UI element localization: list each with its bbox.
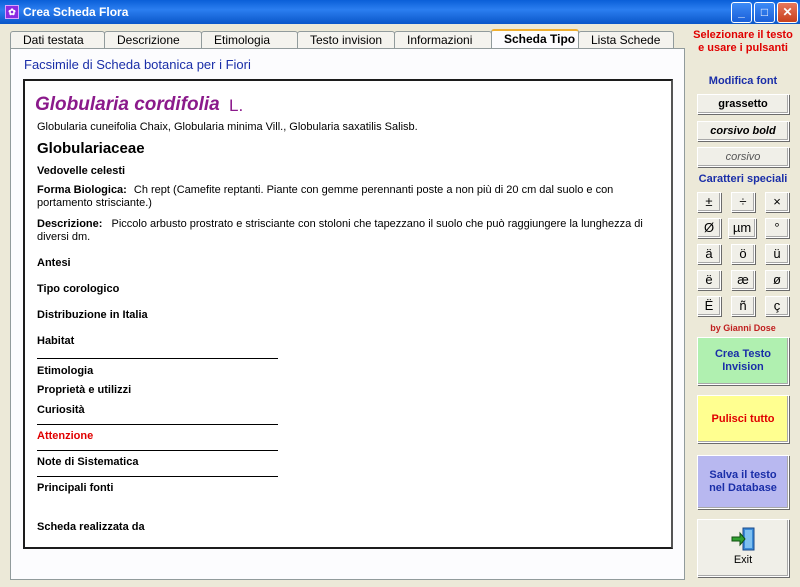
title-bar: ✿ Crea Scheda Flora _ □ ✕ [0,0,800,24]
attenzione-label: Attenzione [37,430,94,442]
caratteri-speciali-heading: Caratteri speciali [698,173,788,185]
char-divide-button[interactable]: ÷ [731,192,755,212]
tab-etimologia[interactable]: Etimologia [201,31,298,49]
tab-strip: Dati testata Descrizione Etimologia Test… [10,29,674,49]
forma-biologica: Forma Biologica: Ch rept (Camefite repta… [37,184,657,210]
char-ae-button[interactable]: æ [731,270,755,290]
window-title: Crea Scheda Flora [23,5,129,19]
char-micrometer-button[interactable]: µm [728,218,756,238]
instructions-text: Selezionare il testo e usare i pulsanti [693,29,793,54]
botanical-sheet: Globularia cordifolia L. Globularia cune… [23,79,673,549]
family-name: Globulariaceae [37,140,145,157]
char-n-tilde-button[interactable]: ñ [731,296,755,316]
note-sistematica-label: Note di Sistematica [37,456,139,468]
exit-button[interactable]: Exit [697,519,789,577]
divider [37,358,278,359]
descrizione: Descrizione: Piccolo arbusto prostrato e… [37,218,657,244]
pulisci-tutto-button[interactable]: Pulisci tutto [697,395,789,443]
char-plus-minus-button[interactable]: ± [697,192,721,212]
char-e-umlaut-button[interactable]: ë [697,270,721,290]
habitat-label: Habitat [37,335,75,347]
tab-dati-testata[interactable]: Dati testata [10,31,105,49]
divider [37,450,278,451]
synonyms: Globularia cuneifolia Chaix, Globularia … [37,121,418,133]
maximize-button[interactable]: □ [754,1,775,23]
tab-testo-invision[interactable]: Testo invision [297,31,395,49]
char-a-umlaut-button[interactable]: ä [697,244,721,264]
bold-button[interactable]: grassetto [697,94,789,114]
close-button[interactable]: ✕ [777,1,798,23]
antesi-label: Antesi [37,257,71,269]
salva-database-button[interactable]: Salva il testo nel Database [697,455,789,509]
modifica-font-heading: Modifica font [708,75,778,87]
divider [37,476,278,477]
tipo-corologico-label: Tipo corologico [37,283,120,295]
credit-text: by Gianni Dose [710,323,776,333]
tab-informazioni[interactable]: Informazioni [394,31,492,49]
panel-heading: Facsimile di Scheda botanica per i Fiori [24,57,251,72]
char-c-cedilla-button[interactable]: ç [765,296,789,316]
tab-descrizione[interactable]: Descrizione [104,31,202,49]
proprieta-label: Proprietà e utilizzi [37,384,132,396]
minimize-button[interactable]: _ [731,1,752,23]
exit-label: Exit [733,554,753,566]
species-name: Globularia cordifolia [35,94,220,115]
descrizione-label: Descrizione: [37,218,103,230]
main-panel: Facsimile di Scheda botanica per i Fiori… [10,48,685,580]
scheda-realizzata-label: Scheda realizzata da [37,521,145,533]
char-u-umlaut-button[interactable]: ü [765,244,789,264]
tab-scheda-tipo[interactable]: Scheda Tipo [491,29,579,49]
etimologia-label: Etimologia [37,365,94,377]
species-author: L. [229,96,244,115]
char-E-umlaut-button[interactable]: Ë [697,296,721,316]
italic-button[interactable]: corsivo [697,147,789,167]
common-name: Vedovelle celesti [37,165,126,177]
char-o-slash-button[interactable]: ø [765,270,789,290]
bold-italic-button[interactable]: corsivo bold [697,121,789,141]
descrizione-value: Piccolo arbusto prostrato e strisciante … [37,218,643,243]
divider [37,424,278,425]
principali-fonti-label: Principali fonti [37,482,114,494]
char-times-button[interactable]: × [765,192,789,212]
flower-icon: ✿ [5,5,19,19]
distribuzione-label: Distribuzione in Italia [37,309,148,321]
crea-testo-invision-button[interactable]: Crea Testo Invision [697,337,789,385]
curiosita-label: Curiosità [37,404,85,416]
exit-door-icon [731,527,755,551]
forma-biologica-label: Forma Biologica: [37,184,127,196]
char-degree-button[interactable]: ° [765,218,789,238]
char-o-umlaut-button[interactable]: ö [731,244,755,264]
char-diameter-button[interactable]: Ø [697,218,721,238]
tab-lista-schede[interactable]: Lista Schede [578,31,674,49]
